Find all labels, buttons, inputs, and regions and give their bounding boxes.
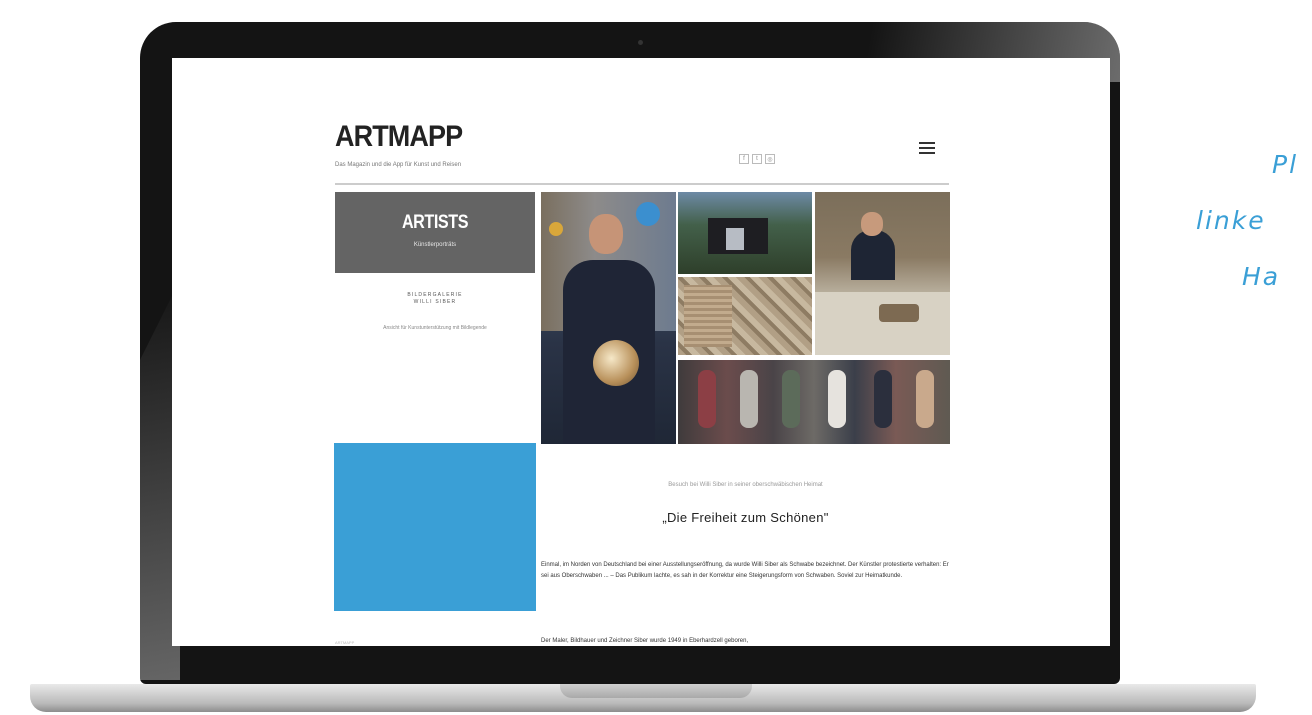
gallery-heading: BILDERGALERIE WILLI SIBER [335,292,535,306]
sidebar-footer-text: ARTMAPP [335,640,355,645]
social-links: f t ◎ [739,154,775,164]
gallery-photo-studio-house[interactable] [678,192,812,274]
gallery-photo-portrait[interactable] [541,192,676,444]
gallery-description: Ansicht für Kunstunterstützung mit Bildl… [383,325,487,331]
side-text-line3: Ha [1242,262,1281,291]
site-header: ARTMAPP Das Magazin und die App für Kuns… [335,120,949,182]
site-logo[interactable]: ARTMAPP [335,120,463,154]
camera-icon [638,40,643,45]
hamburger-menu-icon[interactable] [919,142,935,156]
artists-section-box[interactable]: ARTISTS Künstlerporträts [335,192,535,273]
laptop-notch [560,684,752,698]
site-tagline: Das Magazin und die App für Kunst und Re… [335,162,462,168]
blue-ad-block [334,443,536,611]
side-text-line1: Pl [1272,150,1299,179]
article-headline: „Die Freiheit zum Schönen" [662,510,829,525]
artists-title: ARTISTS [401,212,469,233]
gallery-heading-line2: WILLI SIBER [413,299,457,305]
gallery-heading-line1: BILDERGALERIE [407,292,463,298]
gallery-photo-workshop[interactable] [815,192,950,355]
gallery-photo-wood-sculptures[interactable] [678,277,812,355]
laptop-screen: ARTMAPP Das Magazin und die App für Kuns… [172,58,1110,646]
gallery-photo-hanging-works[interactable] [678,360,950,444]
article-paragraph: Der Maler, Bildhauer und Zeichner Siber … [541,638,749,644]
artists-subtitle: Künstlerporträts [413,242,457,248]
instagram-icon[interactable]: ◎ [765,154,775,164]
twitter-icon[interactable]: t [752,154,762,164]
article-kicker: Besuch bei Willi Siber in seiner obersch… [668,482,823,488]
header-divider [335,183,949,185]
facebook-icon[interactable]: f [739,154,749,164]
side-text-line2: linke [1196,206,1266,235]
article-paragraph: Einmal, im Norden von Deutschland bei ei… [541,562,949,579]
